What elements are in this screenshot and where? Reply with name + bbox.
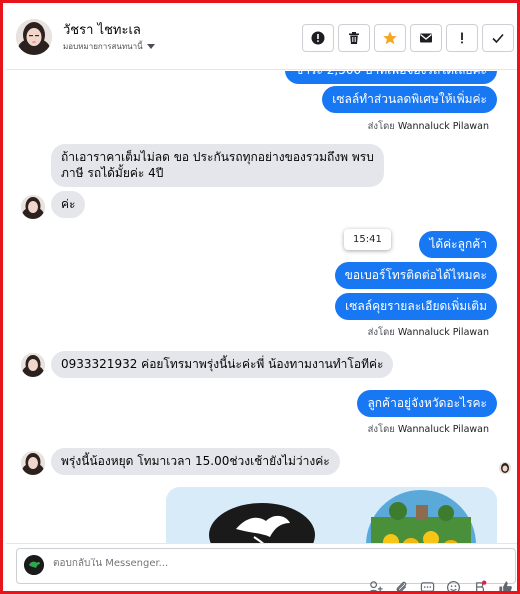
sent-by-label: ส่งโดย Wannaluck Pilawan [367, 327, 489, 338]
mark-done-button[interactable] [482, 24, 514, 52]
add-contact-icon[interactable] [368, 580, 383, 594]
contact-avatar[interactable] [21, 353, 45, 377]
emoji-icon[interactable] [446, 580, 461, 594]
sent-by-label: ส่งโดย Wannaluck Pilawan [367, 424, 489, 435]
sent-by-label: ส่งโดย Wannaluck Pilawan [367, 121, 489, 132]
sender-name[interactable]: Wannaluck Pilawan [398, 327, 489, 338]
outgoing-message: ชำระ 2,500 บาทเพื่อจองรถได้เลยค่ะ [285, 71, 497, 84]
trash-icon [349, 32, 359, 44]
outgoing-message: ขอเบอร์โทรติดต่อได้ไหมคะ [334, 262, 497, 289]
payment-icon[interactable] [472, 580, 487, 594]
reply-input[interactable] [53, 558, 353, 569]
message-thread[interactable]: ชำระ 2,500 บาทเพื่อจองรถได้เลยค่ะ เซลล์ท… [6, 71, 517, 543]
outgoing-message: ได้ค่ะลูกค้า [419, 231, 497, 258]
composer [6, 543, 517, 594]
exclamation-icon [461, 32, 463, 44]
contact-name: วัชรา ไชทะเล [63, 23, 141, 38]
message-line: ถ้าเอาราคาเต็มไม่ลด ขอ ประกันรถทุกอย่างข… [61, 150, 374, 164]
envelope-icon [420, 33, 432, 43]
caret-down-icon [146, 44, 155, 49]
incoming-message: ค่ะ [51, 191, 86, 218]
sender-name[interactable]: Wannaluck Pilawan [398, 424, 489, 435]
outgoing-message: เซลล์คุยรายละเอียดเพิ่มเติม [335, 293, 497, 320]
sender-name[interactable]: Wannaluck Pilawan [398, 121, 489, 132]
star-icon [383, 31, 397, 45]
assign-label: มอบหมายการสนทนานี้ [63, 42, 143, 51]
star-button[interactable] [374, 24, 406, 52]
spam-button[interactable] [446, 24, 478, 52]
outgoing-message: เซลล์ทำส่วนลดพิเศษให้เพิ่มค่ะ [322, 86, 497, 113]
report-button[interactable] [302, 24, 334, 52]
outgoing-message: ลูกค้าอยู่จังหวัดอะไรคะ [357, 390, 497, 417]
promo-image [166, 487, 497, 543]
reply-box[interactable] [16, 548, 516, 584]
delete-button[interactable] [338, 24, 370, 52]
contact-avatar[interactable] [21, 451, 45, 475]
app-frame: วัชรา ไชทะเล มอบหมายการสนทนานี้ เซลล์ทำส… [0, 0, 520, 594]
composer-tools [368, 580, 513, 594]
seen-indicator-avatar [499, 462, 511, 474]
mark-unread-button[interactable] [410, 24, 442, 52]
assign-conversation-dropdown[interactable]: มอบหมายการสนทนานี้ [63, 40, 155, 53]
message-line: ภาษี รถได้มั้ยค่ะ 4ปี [61, 166, 164, 180]
exclamation-circle-icon [311, 31, 325, 45]
incoming-message: ถ้าเอาราคาเต็มไม่ลด ขอ ประกันรถทุกอย่างข… [51, 144, 384, 187]
incoming-message: 0933321932 ค่อยโทรมาพรุ่งนี้น่ะค่ะพี่ น้… [51, 351, 394, 378]
saved-replies-icon[interactable] [420, 580, 435, 594]
contact-avatar[interactable] [16, 19, 52, 55]
message-timestamp: 15:41 [344, 229, 391, 250]
paperclip-icon[interactable] [394, 580, 409, 594]
like-icon[interactable] [498, 580, 513, 594]
page-logo [24, 555, 44, 575]
conversation-header: วัชรา ไชทะเล มอบหมายการสนทนานี้ [6, 6, 517, 70]
check-icon [492, 33, 504, 44]
contact-avatar[interactable] [21, 195, 45, 219]
incoming-message: พรุ่งนี้น้องหยุด โทมาเวลา 15.00ช่วงเช้าย… [51, 448, 340, 475]
header-actions [302, 24, 514, 52]
image-attachment[interactable] [166, 487, 497, 543]
